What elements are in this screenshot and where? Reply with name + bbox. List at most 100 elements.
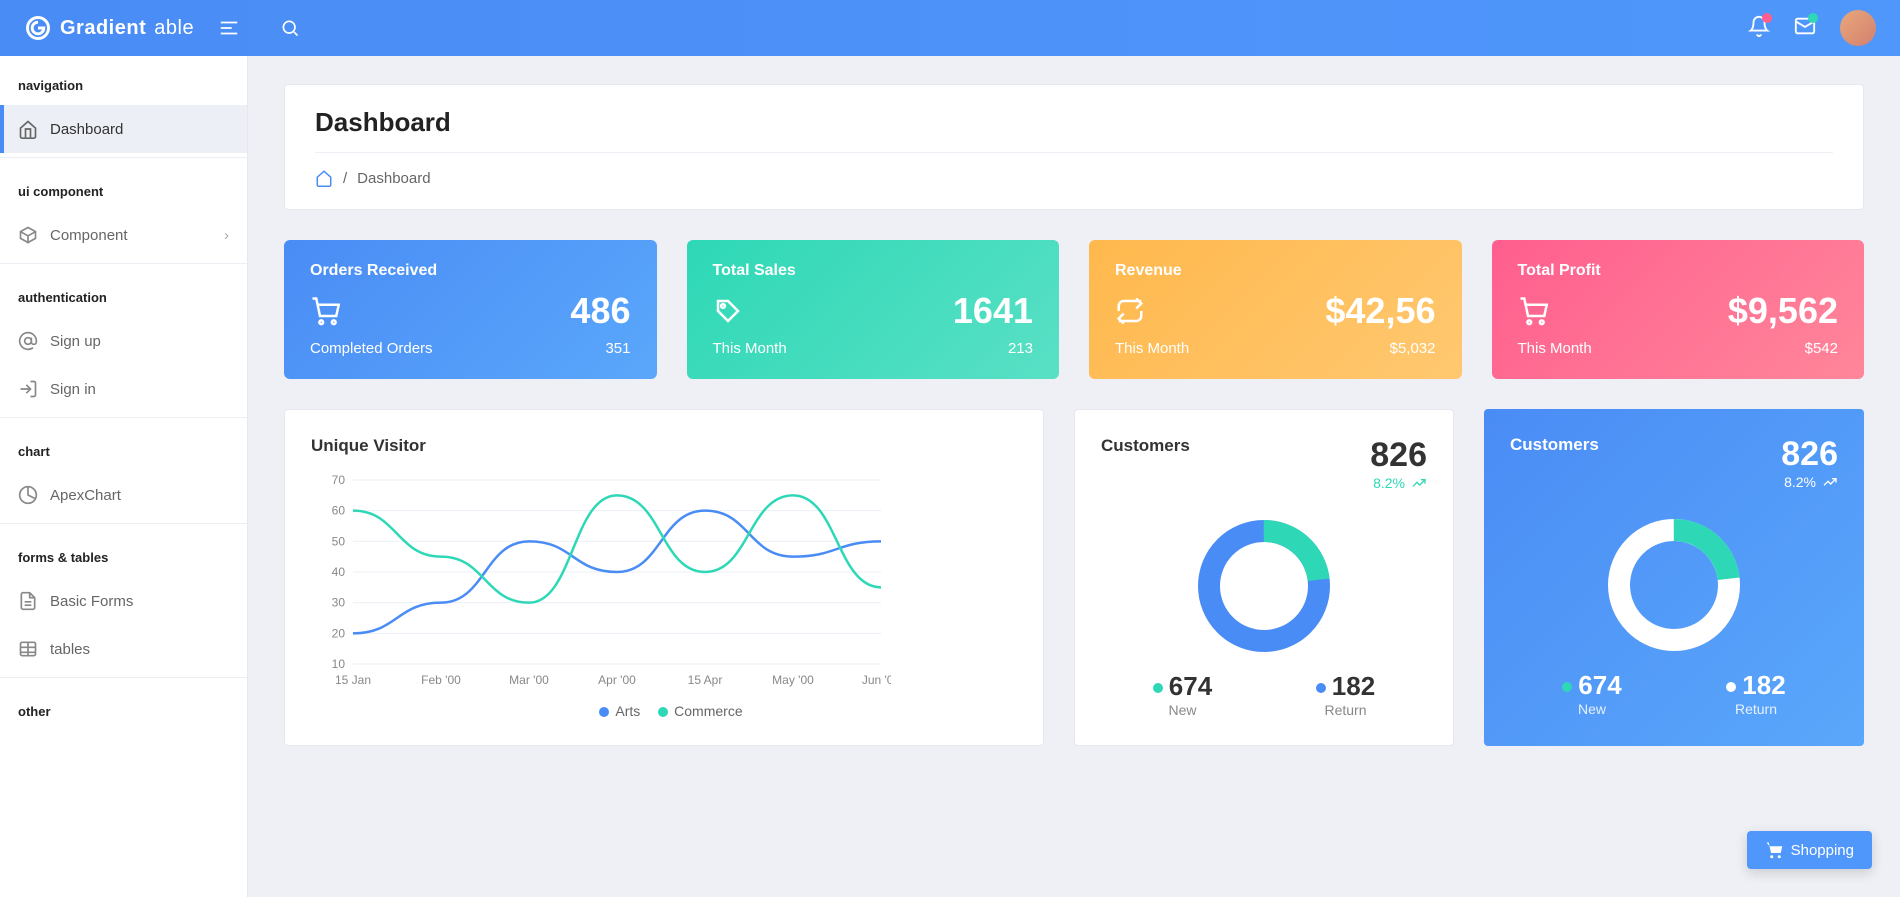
unique-visitor-card: Unique Visitor 10 20 30 40 50 60 70 15 Jan Feb '… (284, 409, 1044, 746)
stat-card-revenue: Revenue $42,56 This Month $5,032 (1089, 240, 1462, 379)
customers-new: 674 (1169, 671, 1212, 701)
customers-return-label: Return (1316, 702, 1375, 718)
customers-count: 826 (1781, 435, 1838, 474)
bullet-icon (1726, 682, 1736, 692)
brand-sub: able (154, 17, 194, 40)
breadcrumb-home-icon[interactable] (315, 169, 333, 187)
svg-text:May '00: May '00 (772, 673, 814, 687)
sidebar-item-forms[interactable]: Basic Forms (0, 577, 247, 625)
sidebar-item-label: Sign up (50, 333, 101, 350)
svg-text:10: 10 (332, 657, 346, 671)
stat-value: $42,56 (1325, 290, 1435, 332)
messages-button[interactable] (1794, 15, 1816, 42)
pie-icon (18, 485, 38, 505)
svg-text:Jun '00: Jun '00 (862, 673, 891, 687)
customers-return: 182 (1742, 670, 1785, 700)
cart-icon (1518, 296, 1548, 326)
side-group-title: forms & tables (0, 528, 247, 577)
chevron-right-icon: › (224, 227, 229, 244)
shopping-label: Shopping (1791, 842, 1854, 859)
sidebar-item-component[interactable]: Component › (0, 211, 247, 259)
sidebar-item-apexchart[interactable]: ApexChart (0, 471, 247, 519)
bullet-icon (599, 707, 609, 717)
stat-sublabel: This Month (713, 340, 787, 357)
svg-text:Apr '00: Apr '00 (598, 673, 636, 687)
customers-pct: 8.2% (1370, 475, 1427, 491)
svg-text:Mar '00: Mar '00 (509, 673, 549, 687)
svg-text:20: 20 (332, 626, 346, 640)
bullet-icon (658, 707, 668, 717)
search-icon[interactable] (280, 18, 300, 38)
sidebar-item-label: Sign in (50, 381, 96, 398)
table-icon (18, 639, 38, 659)
sidebar-item-label: tables (50, 641, 90, 658)
sidebar-item-dashboard[interactable]: Dashboard (0, 105, 247, 153)
main-content: Dashboard / Dashboard Orders Received 48… (248, 0, 1900, 782)
home-icon (18, 119, 38, 139)
box-icon (18, 225, 38, 245)
message-dot-icon (1808, 13, 1818, 23)
brand-logo-icon (24, 14, 52, 42)
customers-title: Customers (1510, 435, 1599, 455)
customers-return-label: Return (1726, 701, 1785, 717)
stat-subvalue: $5,032 (1390, 340, 1436, 357)
breadcrumb-sep: / (343, 170, 347, 187)
sidebar-item-signup[interactable]: Sign up (0, 317, 247, 365)
stat-card-orders: Orders Received 486 Completed Orders351 (284, 240, 657, 379)
menu-toggle-icon[interactable] (218, 17, 240, 39)
stat-card-sales: Total Sales 1641 This Month 213 (687, 240, 1060, 379)
chart-title: Unique Visitor (311, 436, 1017, 456)
sidebar: navigation Dashboard ui component Compon… (0, 56, 248, 897)
notifications-button[interactable] (1748, 15, 1770, 42)
customers-new: 674 (1578, 670, 1621, 700)
chart-legend: Arts Commerce (311, 703, 1017, 719)
bullet-icon (1562, 682, 1572, 692)
sidebar-item-label: Dashboard (50, 121, 123, 138)
svg-text:50: 50 (332, 534, 346, 548)
svg-text:15 Apr: 15 Apr (688, 673, 723, 687)
stat-title: Revenue (1115, 262, 1436, 280)
side-group-title: other (0, 682, 247, 731)
legend-commerce: Commerce (674, 703, 742, 719)
sidebar-item-label: Component (50, 227, 128, 244)
sidebar-item-label: Basic Forms (50, 593, 133, 610)
shopping-button[interactable]: Shopping (1747, 831, 1872, 869)
stat-title: Total Sales (713, 262, 1034, 280)
breadcrumb-current: Dashboard (357, 170, 430, 187)
svg-text:40: 40 (332, 565, 346, 579)
stat-title: Orders Received (310, 262, 631, 280)
svg-text:30: 30 (332, 596, 346, 610)
svg-text:15 Jan: 15 Jan (335, 673, 371, 687)
sidebar-item-label: ApexChart (50, 487, 121, 504)
bullet-icon (1153, 683, 1163, 693)
stat-value: 1641 (953, 290, 1033, 332)
legend-arts: Arts (615, 703, 640, 719)
stat-sublabel: This Month (1115, 340, 1189, 357)
svg-text:Feb '00: Feb '00 (421, 673, 461, 687)
cart-icon (1765, 841, 1783, 859)
side-group-title: authentication (0, 268, 247, 317)
file-icon (18, 591, 38, 611)
topbar: Gradient able (0, 0, 1900, 56)
tag-icon (713, 296, 743, 326)
avatar[interactable] (1840, 10, 1876, 46)
stat-value: 486 (570, 290, 630, 332)
bullet-icon (1316, 683, 1326, 693)
sidebar-item-tables[interactable]: tables (0, 625, 247, 673)
svg-text:60: 60 (332, 504, 346, 518)
page-title: Dashboard (315, 107, 1833, 138)
svg-text:70: 70 (332, 473, 346, 487)
donut-chart (1189, 511, 1339, 661)
brand[interactable]: Gradient able (24, 14, 194, 42)
customers-count: 826 (1370, 436, 1427, 475)
line-chart: 10 20 30 40 50 60 70 15 Jan Feb '00 Mar '00 Apr '0… (311, 472, 891, 692)
customers-pct: 8.2% (1781, 474, 1838, 490)
stat-subvalue: 213 (1008, 340, 1033, 357)
stat-subvalue: 351 (605, 340, 630, 357)
customers-title: Customers (1101, 436, 1190, 456)
at-icon (18, 331, 38, 351)
sidebar-item-signin[interactable]: Sign in (0, 365, 247, 413)
customers-return: 182 (1332, 671, 1375, 701)
customers-card-blue: Customers 826 8.2% 674New 182Return (1484, 409, 1864, 746)
stat-subvalue: $542 (1805, 340, 1838, 357)
